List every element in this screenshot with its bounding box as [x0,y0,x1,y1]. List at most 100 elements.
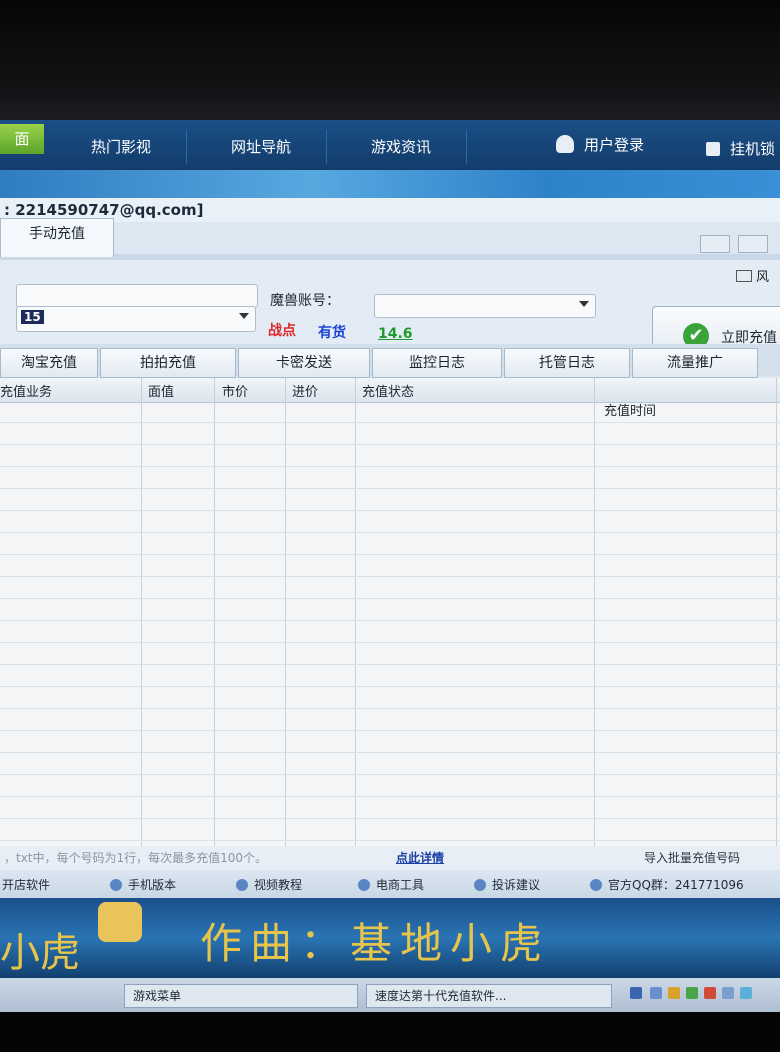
import-numbers-button[interactable]: 导入批量充值号码 [612,846,772,870]
tray-alert-icon[interactable] [704,987,716,999]
monitor-bezel-top [0,0,780,120]
link-complaint-label: 投诉建议 [492,878,541,892]
monitor-bezel-bottom [0,1012,780,1052]
phone-number-input[interactable] [16,284,258,308]
taskbar-item-recharge-app[interactable]: 速度达第十代充值软件... [366,984,612,1008]
table-row [0,576,780,577]
maximize-button[interactable] [738,235,768,253]
column-divider [285,378,286,846]
table-row [0,664,780,665]
table-row [0,444,780,445]
link-complaint[interactable]: 投诉建议 [474,876,540,893]
lock-icon [706,142,720,156]
media-lyrics-credit: 作曲：基地小虎 [200,919,551,968]
col-status[interactable]: 充值状态 [362,381,414,400]
taskbar: 游戏菜单 速度达第十代充值软件... [0,978,780,1012]
bottom-link-bar: 开店软件 手机版本 视频教程 电商工具 投诉建议 官方QQ群：241771096 [0,870,780,898]
face-value-select[interactable]: 15 [16,306,256,332]
col-face-value[interactable]: 面值 [148,381,174,400]
table-row [0,620,780,621]
link-mobile-version-label: 手机版本 [128,878,177,892]
table-row [0,488,780,489]
table-row [0,774,780,775]
table-row [0,510,780,511]
nav-tab-active[interactable]: 面 [0,124,44,154]
stock-status: 有货 [318,325,346,341]
lock-label: 挂机锁 [730,140,776,158]
subtab-paipai[interactable]: 拍拍充值 [100,348,236,378]
user-icon [556,135,574,153]
recharge-table: 充值业务 面值 市价 进价 充值状态 充值时间 [0,378,780,846]
table-row [0,708,780,709]
warcraft-account-select[interactable] [374,294,596,318]
nav-tab-navigation[interactable]: 网址导航 [196,130,327,164]
keyboard-icon [736,270,752,282]
table-row [0,730,780,731]
subtab-taobao[interactable]: 淘宝充值 [0,348,98,378]
col-time[interactable]: 充值时间 [604,400,656,419]
subtab-traffic-promo[interactable]: 流量推广 [632,348,758,378]
column-divider [594,378,595,846]
column-divider [355,378,356,846]
subtab-hosting-log[interactable]: 托管日志 [504,348,630,378]
tray-network-icon[interactable] [650,987,662,999]
link-shop-software[interactable]: 开店软件 [2,876,50,893]
taskbar-item-game-menu-label: 游戏菜单 [133,989,182,1003]
column-divider [141,378,142,846]
link-video-tutorial-label: 视频教程 [254,878,303,892]
link-ecommerce-tools-label: 电商工具 [376,878,425,892]
link-qq-group[interactable]: 官方QQ群：241771096 [590,876,744,893]
tray-app-icon[interactable] [686,987,698,999]
details-link[interactable]: 点此详情 [396,846,444,870]
tray-ime-icon[interactable] [630,987,642,999]
tray-qq-icon[interactable] [740,987,752,999]
lock-link[interactable]: 挂机锁 [706,132,775,166]
globe-icon [358,879,370,891]
chevron-down-icon [579,301,589,307]
link-qq-group-label: 官方QQ群：241771096 [608,878,744,892]
phone-icon [110,879,122,891]
tray-volume-icon[interactable] [722,987,734,999]
table-row [0,554,780,555]
wind-label: 风 [736,266,769,285]
hint-text: ，txt中，每个号码为1行，每次最多充值100个。 [4,851,268,865]
table-row [0,818,780,819]
feedback-icon [474,879,486,891]
nav-tab-game-news[interactable]: 游戏资讯 [336,130,467,164]
table-row [0,466,780,467]
tab-manual-recharge[interactable]: 手动充值 [0,218,114,257]
table-row [0,532,780,533]
chevron-down-icon [239,313,249,319]
zhandian-label: 战点 [268,323,296,339]
table-header: 充值业务 面值 市价 进价 充值状态 充值时间 [0,378,780,419]
account-email: : 2214590747@qq.com] [0,198,780,222]
minimize-button[interactable] [700,235,730,253]
subtab-card-send[interactable]: 卡密发送 [238,348,370,378]
group-icon [590,879,602,891]
video-icon [236,879,248,891]
table-row [0,840,780,841]
col-market-price[interactable]: 市价 [222,381,248,400]
taskbar-item-game-menu[interactable]: 游戏菜单 [124,984,358,1008]
table-row [0,752,780,753]
column-divider [776,378,777,846]
link-shop-software-label: 开店软件 [2,878,51,892]
table-row [0,642,780,643]
table-row [0,686,780,687]
col-cost-price[interactable]: 进价 [292,381,318,400]
table-row [0,422,780,423]
subtab-monitor-log[interactable]: 监控日志 [372,348,502,378]
tray-security-icon[interactable] [668,987,680,999]
wind-label-text: 风 [756,270,770,285]
link-video-tutorial[interactable]: 视频教程 [236,876,302,893]
nav-tab-movies[interactable]: 热门影视 [56,130,187,164]
table-row [0,796,780,797]
link-mobile-version[interactable]: 手机版本 [110,876,176,893]
link-ecommerce-tools[interactable]: 电商工具 [358,876,424,893]
table-row [0,598,780,599]
col-business[interactable]: 充值业务 [0,381,52,400]
user-login-link[interactable]: 用户登录 [556,128,644,162]
warcraft-account-label: 魔兽账号： [270,293,340,309]
media-artist-fragment: 小虎 [0,930,80,976]
column-divider [214,378,215,846]
